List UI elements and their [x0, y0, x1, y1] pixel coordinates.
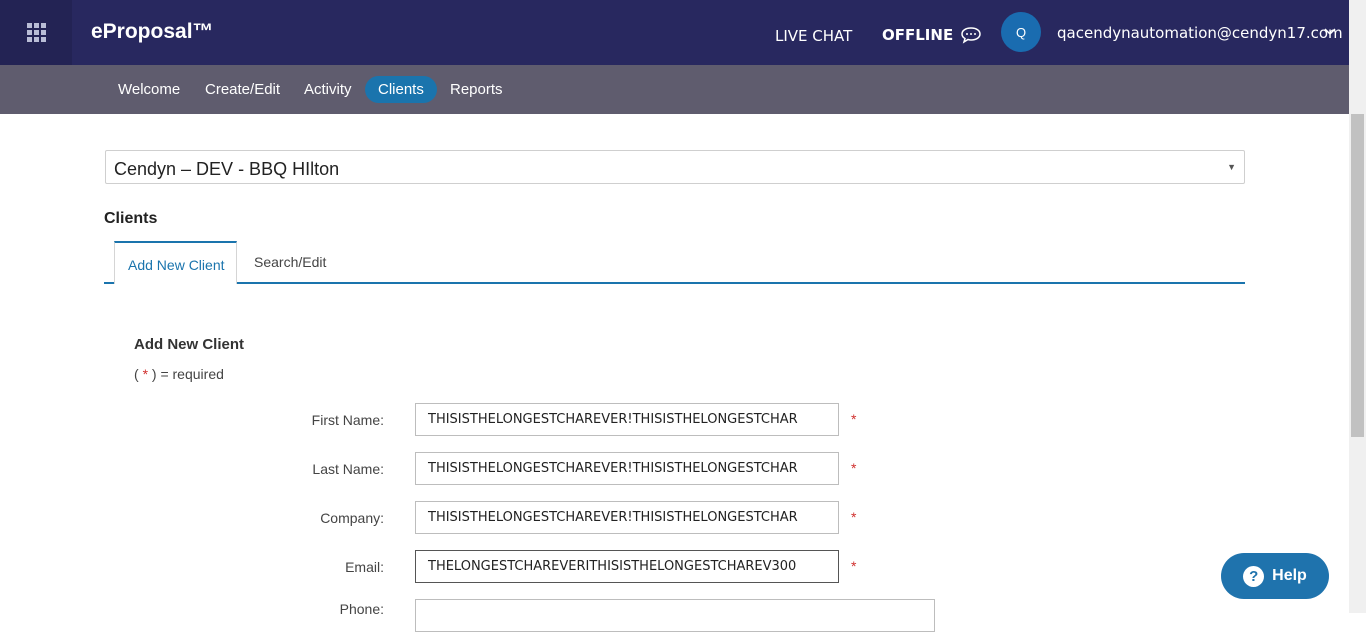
page-title: Clients: [104, 210, 158, 227]
help-button[interactable]: ? Help: [1221, 553, 1329, 599]
nav-item-reports[interactable]: Reports: [437, 76, 516, 103]
required-marker: *: [851, 460, 857, 476]
user-email[interactable]: qacendynautomation@cendyn17.com: [1057, 24, 1343, 42]
required-marker: *: [851, 509, 857, 525]
tab-search-edit[interactable]: Search/Edit: [254, 254, 326, 270]
hotel-select-value: Cendyn – DEV - BBQ HIlton: [114, 159, 340, 179]
top-bar: eProposal™ LIVE CHAT OFFLINE Q qacendyna…: [0, 0, 1349, 65]
scrollbar-thumb[interactable]: [1351, 114, 1364, 437]
chevron-down-icon[interactable]: [1324, 27, 1336, 37]
phone-label: Phone:: [339, 601, 384, 617]
grid-icon: [26, 23, 46, 42]
email-field[interactable]: THELONGESTCHAREVERITHISISTHELONGESTCHARE…: [415, 550, 839, 583]
last-name-field[interactable]: THISISTHELONGESTCHAREVER!THISISTHELONGES…: [415, 452, 839, 485]
tab-label: Add New Client: [128, 257, 225, 273]
hotel-select[interactable]: Cendyn – DEV - BBQ HIlton ▼: [105, 150, 1245, 184]
email-label: Email:: [345, 559, 384, 575]
help-label: Help: [1272, 567, 1307, 584]
nav-item-activity[interactable]: Activity: [291, 76, 365, 103]
app-launcher-button[interactable]: [0, 0, 72, 65]
tab-add-new-client[interactable]: Add New Client: [114, 241, 237, 284]
nav-item-create-edit[interactable]: Create/Edit: [192, 76, 293, 103]
avatar[interactable]: Q: [1001, 12, 1041, 52]
nav-item-clients[interactable]: Clients: [365, 76, 437, 103]
first-name-field[interactable]: THISISTHELONGESTCHAREVER!THISISTHELONGES…: [415, 403, 839, 436]
brand-logo: eProposal™: [91, 20, 214, 43]
company-field[interactable]: THISISTHELONGESTCHAREVER!THISISTHELONGES…: [415, 501, 839, 534]
company-label: Company:: [320, 510, 384, 526]
live-chat-link[interactable]: LIVE CHAT: [775, 27, 852, 45]
nav-item-welcome[interactable]: Welcome: [105, 76, 193, 103]
dropdown-caret-icon: ▼: [1227, 162, 1236, 172]
tab-underline: [104, 282, 1245, 284]
required-note: ( * ) = required: [134, 366, 224, 382]
question-icon: ?: [1243, 565, 1265, 587]
phone-field[interactable]: [415, 599, 935, 632]
required-marker: *: [851, 558, 857, 574]
chat-bubble-icon: [961, 27, 981, 44]
offline-status[interactable]: OFFLINE: [882, 26, 982, 44]
offline-label: OFFLINE: [882, 26, 954, 44]
first-name-label: First Name:: [311, 412, 384, 428]
form-title: Add New Client: [134, 336, 245, 353]
last-name-label: Last Name:: [312, 461, 384, 477]
required-marker: *: [851, 411, 857, 427]
